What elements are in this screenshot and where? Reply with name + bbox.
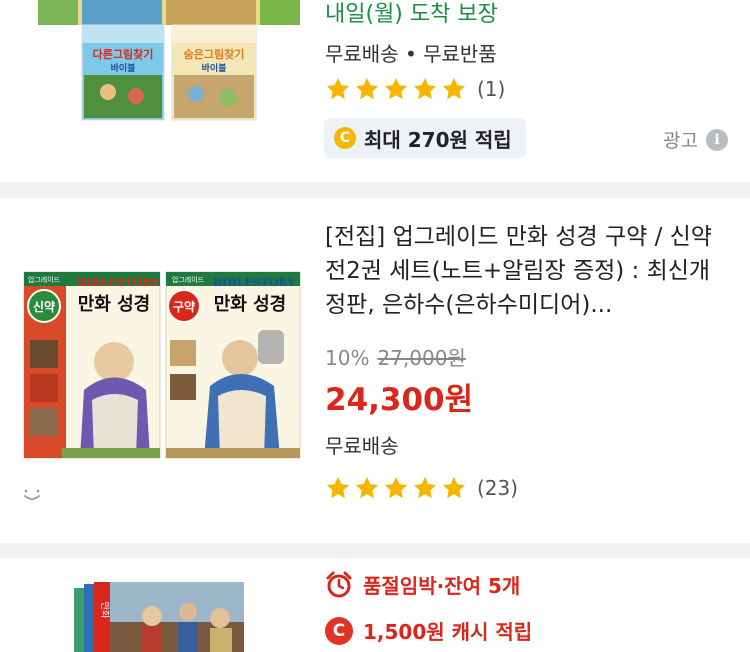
reward-badge: C 최대 270원 적립 <box>324 118 526 158</box>
star-icon <box>413 77 437 100</box>
reward-text: 최대 270원 적립 <box>364 127 512 152</box>
product-card-2[interactable]: 업그레이드 신약 BIBLESTORY 만화 성경 업그레이드 구약 BIBLE… <box>0 198 750 543</box>
star-icon <box>355 77 379 100</box>
product-title[interactable]: [전집] 업그레이드 만화 성경 구약 / 신약 전2권 세트(노트+알림장 증… <box>325 220 725 322</box>
star-icon <box>355 476 379 499</box>
review-count[interactable]: (1) <box>477 77 505 101</box>
ad-text: 광고 <box>663 130 698 152</box>
rating: (23) <box>325 473 518 503</box>
spine-text: 만화 <box>99 602 110 619</box>
product-image-1[interactable]: 다른그림찾기 바이블 숨은그림찾기 바이블 <box>38 0 300 125</box>
book-left-badge: 신약 <box>33 299 55 314</box>
stock-notice: 품절임박·잔여 5개 <box>325 570 520 599</box>
card-divider <box>0 182 750 198</box>
smile-icon <box>24 489 40 500</box>
review-count[interactable]: (23) <box>477 476 518 500</box>
cash-reward-text: 1,500원 캐시 적립 <box>363 620 533 644</box>
star-rating <box>325 475 467 501</box>
star-icon <box>384 77 408 100</box>
alarm-clock-icon <box>326 571 352 597</box>
book-right-badge: 구약 <box>173 299 195 314</box>
coin-icon: C <box>334 127 356 149</box>
book-right-tag: 업그레이드 <box>172 275 205 284</box>
product-image-2[interactable]: 업그레이드 신약 BIBLESTORY 만화 성경 업그레이드 구약 BIBLE… <box>22 270 302 460</box>
product-card-1[interactable]: 다른그림찾기 바이블 숨은그림찾기 바이블 내일(월) 도착 보장 무료배송 •… <box>0 0 750 182</box>
book-left-series: BIBLESTORY <box>77 276 159 289</box>
original-price: 27,000원 <box>377 346 466 370</box>
star-icon <box>442 476 466 499</box>
stock-text: 품절임박·잔여 5개 <box>363 574 521 598</box>
rating: (1) <box>325 74 505 104</box>
star-icon <box>442 77 466 100</box>
book-left-title: 만화 성경 <box>78 294 151 315</box>
discount-percent: 10% <box>325 346 370 370</box>
separator-dot: • <box>404 42 424 66</box>
book1-title: 다른그림찾기 <box>93 47 154 61</box>
star-icon <box>326 476 350 499</box>
book-right-series: BIBLESTORY <box>213 276 295 289</box>
star-icon <box>326 77 350 100</box>
info-icon[interactable]: i <box>706 128 728 151</box>
product-card-3[interactable]: 만화 품절임박·잔여 5개 C 1,500원 캐시 적립 <box>0 558 750 652</box>
ad-label[interactable]: 광고 i <box>663 126 728 153</box>
shipping-info: 무료배송 • 무료반품 <box>325 38 497 67</box>
star-icon <box>413 476 437 499</box>
book2-title: 숨은그림찾기 <box>184 47 245 61</box>
product-image-3[interactable]: 만화 <box>70 582 248 652</box>
cash-reward: C 1,500원 캐시 적립 <box>325 616 532 645</box>
cash-coin-icon: C <box>325 616 353 645</box>
free-shipping-label: 무료배송 <box>325 434 399 458</box>
card-divider <box>0 543 750 558</box>
sale-price: 24,300원 <box>325 382 474 418</box>
star-icon <box>384 476 408 499</box>
discount-row: 10% 27,000원 <box>325 342 466 371</box>
book-right-title: 만화 성경 <box>214 294 287 315</box>
free-shipping-label: 무료배송 <box>325 42 399 66</box>
book2-subtitle: 바이블 <box>202 62 227 74</box>
free-returns-label: 무료반품 <box>423 42 497 66</box>
book1-subtitle: 바이블 <box>111 62 136 74</box>
star-rating <box>325 76 467 102</box>
delivery-guarantee: 내일(월) 도착 보장 <box>325 2 498 27</box>
book-left-tag: 업그레이드 <box>28 275 61 284</box>
